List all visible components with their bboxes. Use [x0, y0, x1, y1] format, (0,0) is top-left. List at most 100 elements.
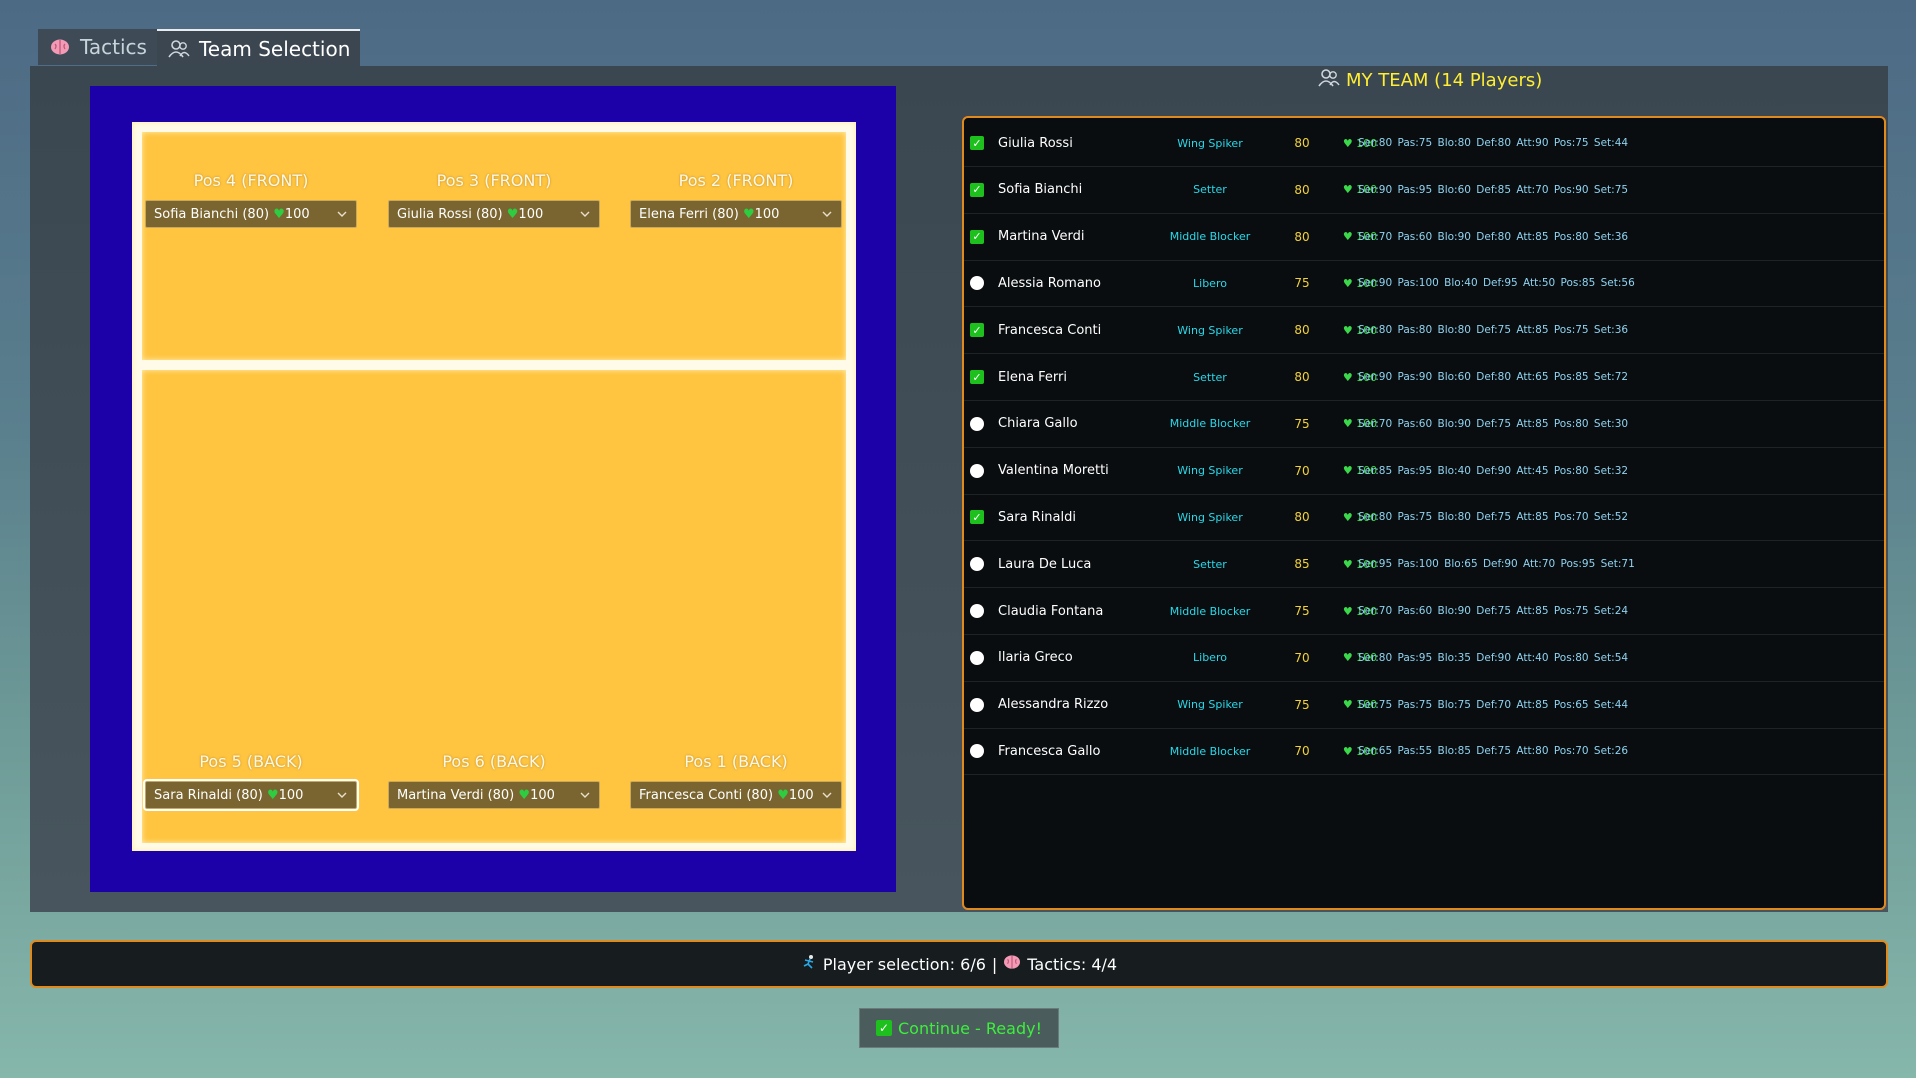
selected-player: Giulia Rossi (80): [397, 206, 503, 222]
heart-icon: ♥: [1342, 510, 1357, 524]
energy-value: 100: [530, 787, 555, 803]
heart-icon: ♥: [273, 206, 285, 222]
heart-icon: ♥: [1342, 323, 1357, 337]
player-role: Middle Blocker: [1169, 230, 1251, 244]
player-row[interactable]: ✓ Sofia Bianchi Setter 80 ♥ 100 Ser:90 Pas:95…: [964, 167, 1884, 214]
player-role: Middle Blocker: [1169, 604, 1251, 618]
player-row[interactable]: ✓ Martina Verdi Middle Blocker 80 ♥ 100 Ser:7…: [964, 214, 1884, 261]
player-role: Wing Spiker: [1177, 323, 1243, 337]
position-select-4[interactable]: Sofia Bianchi (80) ♥100: [145, 200, 357, 228]
player-list[interactable]: ✓ Giulia Rossi Wing Spiker 80 ♥ 100 Ser:80 Pa…: [962, 116, 1886, 910]
unchecked-radio-icon[interactable]: [970, 604, 984, 618]
status-separator: |: [991, 954, 998, 974]
player-row[interactable]: Alessandra Rizzo Wing Spiker 75 ♥ 100 Ser:75…: [964, 682, 1884, 729]
team-title: MY TEAM (14 Players): [1318, 68, 1542, 93]
player-row[interactable]: Laura De Luca Setter 85 ♥ 100 Ser:95 Pas:100…: [964, 541, 1884, 589]
players-icon: [167, 37, 191, 61]
player-role: Wing Spiker: [1177, 510, 1243, 524]
unchecked-radio-icon[interactable]: [970, 416, 984, 431]
unchecked-radio-icon[interactable]: [970, 697, 984, 712]
heart-icon: ♥: [1342, 183, 1357, 197]
court-back-half: [142, 370, 846, 843]
player-stats: Ser:80 Pas:75 Blo:80 Def:80 Att:90 Pos:7…: [1358, 137, 1629, 149]
checked-checkbox-icon[interactable]: ✓: [970, 136, 984, 150]
chevron-down-icon: [579, 208, 591, 220]
player-name: Martina Verdi: [998, 229, 1085, 245]
player-role: Libero: [1193, 276, 1227, 290]
checked-checkbox-icon[interactable]: ✓: [970, 370, 984, 384]
unchecked-radio-icon[interactable]: [970, 463, 984, 478]
checked-checkbox-icon[interactable]: ✓: [970, 182, 984, 197]
position-select-3[interactable]: Giulia Rossi (80) ♥100: [388, 200, 600, 228]
heart-icon: ♥: [1342, 136, 1357, 150]
player-stats: Ser:70 Pas:60 Blo:90 Def:75 Att:85 Pos:7…: [1358, 605, 1629, 617]
player-row[interactable]: Ilaria Greco Libero 70 ♥ 100 Ser:80 Pas:95 B…: [964, 635, 1884, 682]
unchecked-radio-icon[interactable]: [970, 650, 984, 665]
player-stats: Ser:70 Pas:60 Blo:90 Def:75 Att:85 Pos:8…: [1358, 417, 1629, 430]
player-role: Middle Blocker: [1169, 417, 1251, 431]
player-stats: Ser:85 Pas:95 Blo:40 Def:90 Att:45 Pos:8…: [1358, 464, 1629, 477]
chevron-down-icon: [336, 208, 348, 220]
player-stats: Ser:95 Pas:100 Blo:65 Def:90 Att:70 Pos:…: [1358, 558, 1635, 571]
player-name: Laura De Luca: [998, 556, 1092, 572]
selected-player: Sara Rinaldi (80): [154, 787, 263, 803]
heart-icon: ♥: [777, 787, 789, 803]
unchecked-radio-icon[interactable]: [970, 744, 984, 759]
heart-icon: ♥: [266, 787, 279, 803]
player-row[interactable]: Alessia Romano Libero 75 ♥ 100 Ser:90 Pas:10…: [964, 260, 1884, 308]
player-selection-text: Player selection: 6/6: [822, 954, 986, 974]
player-name: Francesca Gallo: [998, 743, 1101, 759]
position-select-2[interactable]: Elena Ferri (80) ♥100: [630, 200, 842, 228]
player-row[interactable]: Claudia Fontana Middle Blocker 75 ♥ 100 Ser:…: [964, 588, 1884, 635]
tab-label: Tactics: [80, 35, 147, 59]
tab-team-selection[interactable]: Team Selection: [156, 29, 361, 67]
player-row[interactable]: ✓ Giulia Rossi Wing Spiker 80 ♥ 100 Ser:80 Pa…: [964, 120, 1884, 167]
player-row[interactable]: Chiara Gallo Middle Blocker 75 ♥ 100 Ser:70 …: [964, 401, 1884, 448]
position-select-1[interactable]: Francesca Conti (80) ♥100: [630, 781, 842, 809]
player-role: Wing Spiker: [1177, 698, 1243, 712]
player-stats: Ser:80 Pas:80 Blo:80 Def:75 Att:85 Pos:7…: [1358, 324, 1629, 337]
tab-tactics[interactable]: Tactics: [38, 29, 157, 65]
heart-icon: ♥: [506, 206, 519, 222]
unchecked-radio-icon[interactable]: [970, 557, 984, 572]
brain-icon: [1003, 954, 1021, 974]
heart-icon: ♥: [1342, 230, 1357, 244]
checked-checkbox-icon[interactable]: ✓: [970, 323, 984, 338]
selected-player: Martina Verdi (80): [397, 787, 515, 803]
heart-icon: ♥: [1342, 370, 1357, 384]
checked-checkbox-icon[interactable]: ✓: [970, 229, 984, 244]
player-stats: Ser:65 Pas:55 Blo:85 Def:75 Att:80 Pos:7…: [1358, 745, 1629, 758]
unchecked-radio-icon[interactable]: [970, 276, 984, 291]
heart-icon: ♥: [1342, 464, 1357, 478]
player-selection-icon: [801, 954, 817, 974]
player-stats: Ser:90 Pas:100 Blo:40 Def:95 Att:50 Pos:…: [1358, 277, 1635, 290]
player-row[interactable]: ✓ Sara Rinaldi Wing Spiker 80 ♥ 100 Ser:80 Pa…: [964, 494, 1884, 542]
position-label-5: Pos 5 (BACK): [199, 752, 303, 771]
checked-checkbox-icon[interactable]: ✓: [970, 510, 984, 525]
player-name: Ilaria Greco: [998, 650, 1073, 666]
player-row[interactable]: ✓ Francesca Conti Wing Spiker 80 ♥ 100 Ser:80…: [964, 307, 1884, 355]
position-label-6: Pos 6 (BACK): [442, 752, 546, 771]
position-label-2: Pos 2 (FRONT): [678, 171, 794, 190]
position-label-3: Pos 3 (FRONT): [436, 171, 552, 190]
chevron-down-icon: [579, 789, 591, 801]
heart-icon: ♥: [1342, 651, 1357, 665]
player-name: Alessia Romano: [998, 275, 1101, 291]
player-row[interactable]: ✓ Elena Ferri Setter 80 ♥ 100 Ser:90 Pas:90 B…: [964, 354, 1884, 401]
player-name: Sofia Bianchi: [998, 182, 1083, 198]
check-icon: ✓: [876, 1020, 892, 1036]
player-row[interactable]: Valentina Moretti Wing Spiker 70 ♥ 100 Ser:8…: [964, 448, 1884, 495]
energy-value: 100: [754, 206, 780, 222]
position-select-6[interactable]: Martina Verdi (80) ♥100: [388, 781, 600, 809]
tab-bar: Tactics Team Selection: [38, 29, 361, 67]
player-stats: Ser:75 Pas:75 Blo:75 Def:70 Att:85 Pos:6…: [1358, 698, 1629, 711]
position-label-4: Pos 4 (FRONT): [193, 171, 309, 190]
brain-icon: [48, 35, 72, 59]
player-row[interactable]: Francesca Gallo Middle Blocker 70 ♥ 100 Ser:…: [964, 728, 1884, 776]
continue-label: Continue - Ready!: [898, 1018, 1042, 1038]
energy-value: 100: [788, 787, 814, 803]
player-stats: Ser:80 Pas:95 Blo:35 Def:90 Att:40 Pos:8…: [1358, 651, 1629, 664]
continue-button[interactable]: ✓ Continue - Ready!: [859, 1008, 1059, 1048]
heart-icon: ♥: [1342, 417, 1357, 431]
position-select-5[interactable]: Sara Rinaldi (80) ♥100: [143, 779, 359, 811]
